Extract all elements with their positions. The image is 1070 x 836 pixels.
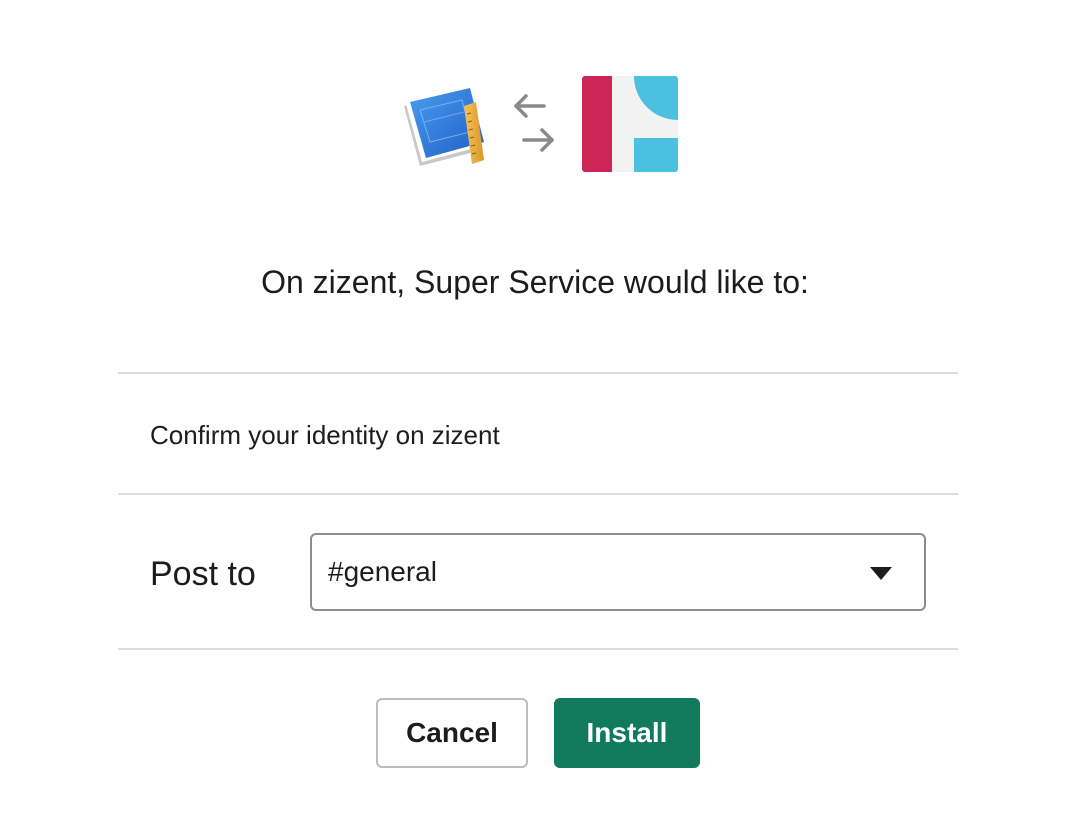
exchange-arrows-icon	[514, 94, 554, 152]
divider	[118, 648, 958, 650]
zizent-workspace-icon	[582, 76, 678, 172]
permission-item-identity: Confirm your identity on zizent	[150, 420, 500, 450]
divider	[118, 493, 958, 495]
install-button[interactable]: Install	[554, 698, 700, 768]
cancel-button[interactable]: Cancel	[376, 698, 528, 768]
app-connection-header	[0, 76, 1070, 172]
post-to-label: Post to	[150, 555, 256, 593]
oauth-install-dialog: On zizent, Super Service would like to: …	[0, 0, 1070, 836]
caret-down-icon	[870, 567, 892, 580]
install-headline: On zizent, Super Service would like to:	[261, 264, 809, 300]
channel-select[interactable]: #general	[310, 533, 926, 611]
blueprint-book-icon	[404, 88, 484, 166]
divider	[118, 372, 958, 374]
selected-channel-value: #general	[328, 556, 437, 587]
